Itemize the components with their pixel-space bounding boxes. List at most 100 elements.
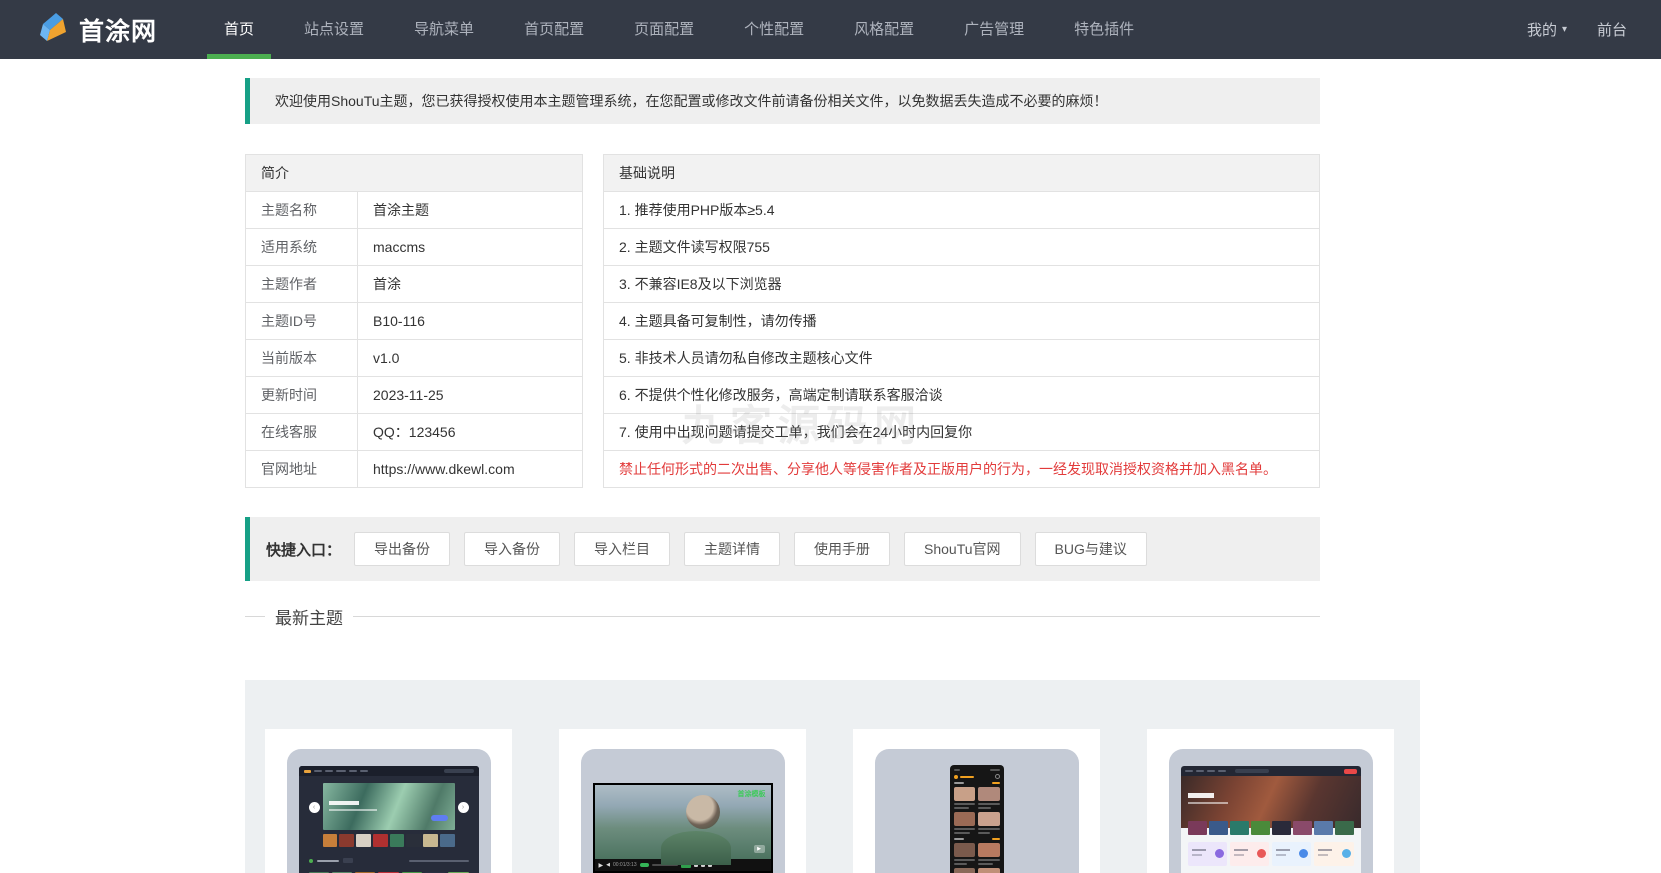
theme-card-desktop-light[interactable] xyxy=(1147,729,1394,873)
preview-section-header xyxy=(309,858,469,863)
theme-detail-button[interactable]: 主题详情 xyxy=(684,532,780,566)
row-value: 2023-11-25 xyxy=(358,377,583,414)
nav-item-site-settings[interactable]: 站点设置 xyxy=(279,0,389,59)
row-label: 更新时间 xyxy=(246,377,358,414)
preview-poster-strip xyxy=(323,834,455,847)
table-row: 更新时间 2023-11-25 xyxy=(246,377,583,414)
theme-thumbnail[interactable]: 首涂模板 ▶ ▶ ◀ 00:01/3:13 xyxy=(581,749,785,873)
table-row: 适用系统 maccms xyxy=(246,229,583,266)
table-row: 当前版本 v1.0 xyxy=(246,340,583,377)
row-label: 主题作者 xyxy=(246,266,358,303)
user-manual-button[interactable]: 使用手册 xyxy=(794,532,890,566)
row-value: v1.0 xyxy=(358,340,583,377)
nav-item-ad-manage[interactable]: 广告管理 xyxy=(939,0,1049,59)
carousel-next-icon: › xyxy=(458,802,469,813)
app-header xyxy=(954,774,1000,779)
row-value: QQ：123456 xyxy=(358,414,583,451)
table-row: 5. 非技术人员请勿私自修改主题核心文件 xyxy=(604,340,1320,377)
theme-preview-image: ‹ › xyxy=(299,766,479,873)
intro-table: 简介 主题名称 首涂主题 适用系统 maccms 主题作者 首涂 主题ID号 B… xyxy=(245,154,583,488)
preview-feature-cards xyxy=(1188,842,1354,866)
row-value: maccms xyxy=(358,229,583,266)
logo-text: 首涂网 xyxy=(79,12,157,48)
table-row: 6. 不提供个性化修改服务，高端定制请联系客服洽谈 xyxy=(604,377,1320,414)
row-value: 首涂主题 xyxy=(358,192,583,229)
chevron-down-icon: ▾ xyxy=(1562,24,1567,35)
info-table-title: 基础说明 xyxy=(604,155,1320,192)
table-row: 7. 使用中出现问题请提交工单，我们会在24小时内回复你 xyxy=(604,414,1320,451)
nav-item-nav-menu[interactable]: 导航菜单 xyxy=(389,0,499,59)
import-backup-button[interactable]: 导入备份 xyxy=(464,532,560,566)
app-grid xyxy=(954,787,1000,834)
row-label: 主题名称 xyxy=(246,192,358,229)
table-row: 3. 不兼容IE8及以下浏览器 xyxy=(604,266,1320,303)
play-icon: ▶ xyxy=(599,862,604,869)
import-category-button[interactable]: 导入栏目 xyxy=(574,532,670,566)
header-right: 我的 ▾ 前台 xyxy=(1527,19,1627,40)
instruction-item: 7. 使用中出现问题请提交工单，我们会在24小时内回复你 xyxy=(604,414,1320,451)
preview-poster-strip xyxy=(1188,821,1354,835)
row-label: 适用系统 xyxy=(246,229,358,266)
row-value: 首涂 xyxy=(358,266,583,303)
theme-thumbnail[interactable] xyxy=(875,749,1079,873)
nav-item-personal-config[interactable]: 个性配置 xyxy=(719,0,829,59)
volume-icon: ◀ xyxy=(606,862,610,868)
theme-card-mobile[interactable] xyxy=(853,729,1100,873)
intro-table-title: 简介 xyxy=(246,155,583,192)
info-tables: 简介 主题名称 首涂主题 适用系统 maccms 主题作者 首涂 主题ID号 B… xyxy=(245,154,1320,488)
preview-login-button xyxy=(1344,769,1357,774)
latest-themes-section: ‹ › xyxy=(245,680,1420,873)
table-row: 4. 主题具备可复制性，请勿传播 xyxy=(604,303,1320,340)
my-dropdown[interactable]: 我的 ▾ xyxy=(1527,19,1567,40)
row-value: B10-116 xyxy=(358,303,583,340)
preview-navbar xyxy=(299,766,479,776)
player-video-frame: 首涂模板 ▶ xyxy=(595,785,771,859)
instruction-item: 3. 不兼容IE8及以下浏览器 xyxy=(604,266,1320,303)
player-watermark-text: 首涂模板 xyxy=(738,789,766,799)
nav-item-home[interactable]: 首页 xyxy=(199,0,279,59)
preview-navbar xyxy=(1181,766,1361,776)
nav-item-style-config[interactable]: 风格配置 xyxy=(829,0,939,59)
table-row: 1. 推荐使用PHP版本≥5.4 xyxy=(604,192,1320,229)
carousel-prev-icon: ‹ xyxy=(309,802,320,813)
frontend-link[interactable]: 前台 xyxy=(1597,19,1627,40)
theme-preview-image xyxy=(950,765,1004,873)
nav-item-plugins[interactable]: 特色插件 xyxy=(1049,0,1159,59)
table-row: 主题名称 首涂主题 xyxy=(246,192,583,229)
row-label: 在线客服 xyxy=(246,414,358,451)
license-warning-text: 禁止任何形式的二次出售、分享他人等侵害作者及正版用户的行为，一经发现取消授权资格… xyxy=(604,451,1320,488)
theme-card-desktop-dark[interactable]: ‹ › xyxy=(265,729,512,873)
quick-entry-label: 快捷入口： xyxy=(266,539,341,560)
player-toggle xyxy=(640,863,649,867)
table-row: 官网地址 https://www.dkewl.com xyxy=(246,451,583,488)
export-backup-button[interactable]: 导出备份 xyxy=(354,532,450,566)
table-row: 禁止任何形式的二次出售、分享他人等侵害作者及正版用户的行为，一经发现取消授权资格… xyxy=(604,451,1320,488)
instruction-item: 5. 非技术人员请勿私自修改主题核心文件 xyxy=(604,340,1320,377)
bug-suggestion-button[interactable]: BUG与建议 xyxy=(1035,532,1147,566)
player-time: 00:01/3:13 xyxy=(613,862,637,868)
table-row: 在线客服 QQ：123456 xyxy=(246,414,583,451)
shoutu-logo-icon xyxy=(36,11,70,48)
table-row: 2. 主题文件读写权限755 xyxy=(604,229,1320,266)
my-dropdown-label: 我的 xyxy=(1527,19,1557,40)
theme-preview-image xyxy=(1181,766,1361,873)
quick-entry-bar: 快捷入口： 导出备份 导入备份 导入栏目 主题详情 使用手册 ShouTu官网 … xyxy=(245,517,1320,581)
theme-thumbnail[interactable] xyxy=(1169,749,1373,873)
site-logo[interactable]: 首涂网 xyxy=(36,11,157,48)
instruction-item: 1. 推荐使用PHP版本≥5.4 xyxy=(604,192,1320,229)
top-navbar: 首涂网 首页 站点设置 导航菜单 首页配置 页面配置 个性配置 风格配置 广告管… xyxy=(0,0,1661,59)
instruction-item: 2. 主题文件读写权限755 xyxy=(604,229,1320,266)
table-row: 主题ID号 B10-116 xyxy=(246,303,583,340)
theme-preview-image: 首涂模板 ▶ ▶ ◀ 00:01/3:13 xyxy=(593,783,773,873)
latest-themes-header: 最新主题 xyxy=(245,605,1320,627)
nav-item-page-config[interactable]: 页面配置 xyxy=(609,0,719,59)
row-label: 主题ID号 xyxy=(246,303,358,340)
nav-item-homepage-config[interactable]: 首页配置 xyxy=(499,0,609,59)
app-grid xyxy=(954,843,1000,873)
instruction-item: 4. 主题具备可复制性，请勿传播 xyxy=(604,303,1320,340)
shoutu-official-site-button[interactable]: ShouTu官网 xyxy=(904,532,1021,566)
basic-instructions-table: 基础说明 1. 推荐使用PHP版本≥5.4 2. 主题文件读写权限755 3. … xyxy=(603,154,1320,488)
main-nav: 首页 站点设置 导航菜单 首页配置 页面配置 个性配置 风格配置 广告管理 特色… xyxy=(199,0,1159,59)
theme-card-video-player[interactable]: 首涂模板 ▶ ▶ ◀ 00:01/3:13 xyxy=(559,729,806,873)
theme-thumbnail[interactable]: ‹ › xyxy=(287,749,491,873)
